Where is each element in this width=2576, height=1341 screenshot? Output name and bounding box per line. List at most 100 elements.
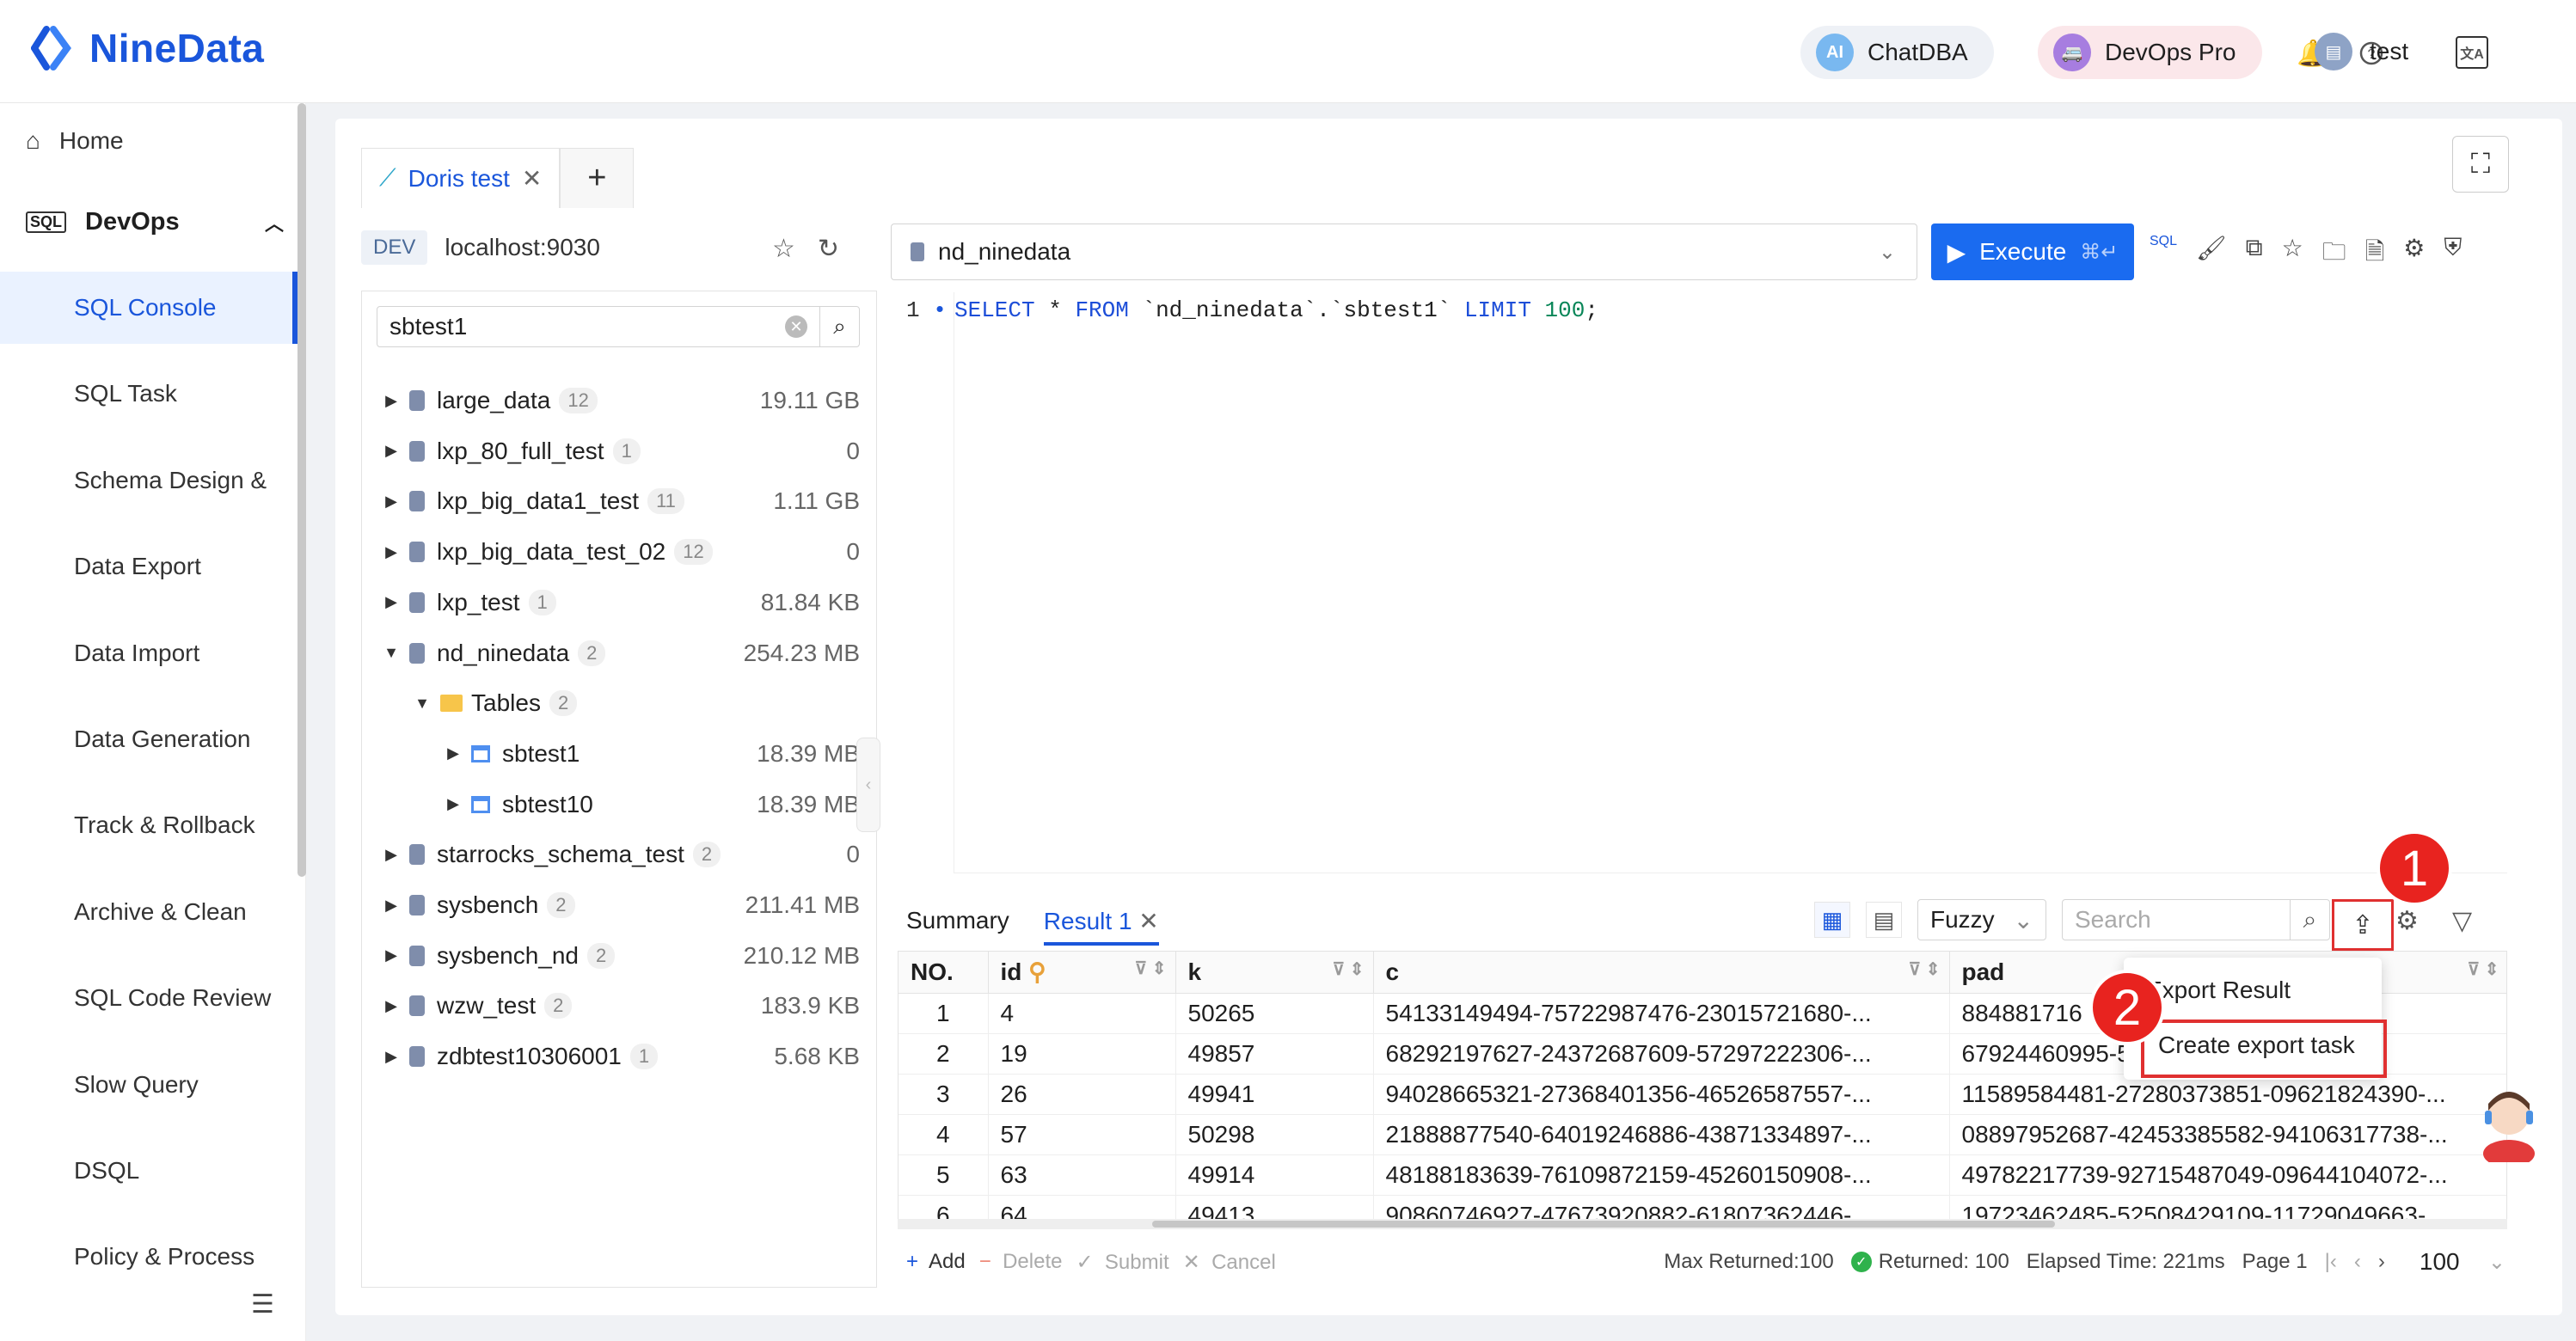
sidebar-item-sql-code-review[interactable]: SQL Code Review (0, 962, 297, 1034)
tree-node[interactable]: ▶ lxp_test 1 81.84 KB (377, 579, 860, 627)
language-icon[interactable]: 文A (2456, 36, 2488, 69)
panel-splitter[interactable]: ‹ (856, 738, 880, 832)
explain-plan-icon[interactable]: ⧉ (2246, 234, 2263, 275)
sidebar-item-archive-clean[interactable]: Archive & Clean (0, 876, 297, 948)
paint-brush-icon[interactable]: 🖌 (2196, 234, 2227, 275)
caret-right-icon[interactable]: ▶ (377, 493, 406, 511)
table-cell[interactable]: 4 (899, 1114, 989, 1155)
settings-icon[interactable]: ⚙ (2395, 906, 2419, 936)
table-cell[interactable]: 50265 (1175, 993, 1374, 1034)
app-logo[interactable]: NineData (31, 24, 264, 72)
table-cell[interactable]: 2 (899, 1033, 989, 1075)
table-cell[interactable]: 11589584481-27280373851-09621824390-... (1949, 1074, 2506, 1115)
search-icon[interactable]: ⌕ (819, 307, 859, 346)
settings-icon[interactable]: ⚙ (2403, 234, 2425, 275)
tree-node[interactable]: ▶ lxp_big_data1_test 11 1.11 GB (377, 477, 860, 525)
history-icon[interactable]: 🗎 (2365, 234, 2385, 275)
database-select[interactable]: nd_ninedata ⌄ (891, 224, 1917, 280)
caret-right-icon[interactable]: ▶ (377, 1048, 406, 1066)
caret-down-icon[interactable]: ▼ (408, 695, 437, 713)
caret-right-icon[interactable]: ▶ (439, 744, 468, 762)
caret-right-icon[interactable]: ▶ (377, 543, 406, 561)
caret-right-icon[interactable]: ▶ (377, 897, 406, 915)
match-mode-select[interactable]: Fuzzy ⌄ (1917, 899, 2046, 940)
sidebar-item-sql-console[interactable]: SQL Console (0, 272, 297, 344)
refresh-icon[interactable]: ↻ (818, 234, 839, 264)
caret-right-icon[interactable]: ▶ (377, 997, 406, 1015)
sidebar-scrollbar[interactable] (297, 103, 306, 877)
sidebar-item-dsql[interactable]: DSQL (0, 1135, 297, 1207)
folder-icon[interactable]: 🗀 (2322, 234, 2346, 275)
table-cell[interactable]: 49941 (1175, 1074, 1374, 1115)
sidebar-item-sql-task[interactable]: SQL Task (0, 358, 297, 430)
column-header[interactable]: c ⊽ ⇕ (1373, 952, 1950, 994)
sql-format-icon[interactable]: SQL (2150, 234, 2177, 275)
caret-right-icon[interactable]: ▶ (377, 593, 406, 611)
table-cell[interactable]: 4 (988, 993, 1176, 1034)
shield-icon[interactable]: ⛨ (2444, 234, 2462, 275)
tree-node[interactable]: ▶ starrocks_schema_test 2 0 (377, 830, 860, 879)
tree-node[interactable]: ▼ nd_ninedata 2 254.23 MB (377, 629, 860, 677)
sidebar-item-data-import[interactable]: Data Import (0, 617, 297, 689)
chevron-down-icon[interactable]: ⌄ (2488, 1250, 2505, 1275)
fullscreen-icon[interactable]: ⛶ (2452, 136, 2509, 193)
nav-home[interactable]: ⌂ Home (26, 127, 124, 155)
caret-right-icon[interactable]: ▶ (377, 442, 406, 460)
caret-right-icon[interactable]: ▶ (377, 846, 406, 864)
user-menu[interactable]: ▤ test (2315, 33, 2408, 70)
table-row[interactable]: 3 26 49941 94028665321-27368401356-46526587… (899, 1074, 2506, 1115)
add-row-button[interactable]: + Add (906, 1250, 966, 1274)
form-view-icon[interactable]: ▤ (1866, 902, 1902, 938)
table-cell[interactable]: 49914 (1175, 1154, 1374, 1196)
table-cell[interactable]: 21888877540-64019246886-43871334897-... (1373, 1114, 1950, 1155)
table-cell[interactable]: 08897952687-42453385582-94106317738-... (1949, 1114, 2506, 1155)
tree-node[interactable]: ▶ large_data 12 19.11 GB (377, 377, 860, 425)
tab-doris-test[interactable]: ⟋ Doris test ✕ (361, 148, 561, 208)
table-cell[interactable]: 3 (899, 1074, 989, 1115)
close-icon[interactable]: ✕ (522, 164, 542, 193)
sql-code[interactable]: SELECT * FROM `nd_ninedata`.`sbtest1` LI… (954, 297, 1598, 323)
caret-right-icon[interactable]: ▶ (377, 946, 406, 964)
execute-button[interactable]: ▶ Execute ⌘↵ (1931, 224, 2134, 280)
tree-node[interactable]: ▶ lxp_big_data_test_02 12 0 (377, 528, 860, 576)
table-row[interactable]: 5 63 49914 48188183639-76109872159-45260150… (899, 1154, 2506, 1196)
chatdba-button[interactable]: AI ChatDBA (1800, 26, 1994, 79)
table-cell[interactable]: 19 (988, 1033, 1176, 1075)
support-avatar-icon[interactable] (2476, 1085, 2542, 1162)
filter-sort-icon[interactable]: ⊽ ⇕ (1333, 958, 1365, 980)
grid-view-icon[interactable]: ▦ (1814, 902, 1850, 938)
column-header[interactable]: NO. (899, 952, 989, 994)
tree-node[interactable]: ▶ sysbench_nd 2 210.12 MB (377, 932, 860, 980)
sidebar-item-track-rollback[interactable]: Track & Rollback (0, 789, 297, 861)
cancel-button[interactable]: ✕ Cancel (1183, 1250, 1276, 1275)
tree-node[interactable]: ▼ Tables 2 (377, 679, 860, 727)
tree-node[interactable]: ▶ sysbench 2 211.41 MB (377, 881, 860, 929)
submit-button[interactable]: ✓ Submit (1076, 1250, 1168, 1275)
column-header[interactable]: id ⊽ ⇕ ⚲ (988, 952, 1176, 994)
filter-sort-icon[interactable]: ⊽ ⇕ (2468, 958, 2499, 980)
tree-search-input[interactable]: sbtest1 ✕ ⌕ (377, 306, 860, 347)
sql-editor[interactable] (891, 292, 2507, 873)
tab-summary[interactable]: Summary (906, 907, 1009, 934)
table-cell[interactable]: 54133149494-75722987476-23015721680-... (1373, 993, 1950, 1034)
table-row[interactable]: 4 57 50298 21888877540-64019246886-43871334… (899, 1114, 2506, 1155)
sidebar-item-slow-query[interactable]: Slow Query (0, 1049, 297, 1121)
table-cell[interactable]: 5 (899, 1154, 989, 1196)
filter-sort-icon[interactable]: ⊽ ⇕ (1135, 958, 1167, 979)
star-icon[interactable]: ☆ (772, 234, 795, 264)
first-page-icon[interactable]: |‹ (2325, 1250, 2337, 1274)
result-search-input[interactable]: Search ⌕ (2062, 899, 2330, 940)
table-cell[interactable]: 1 (899, 993, 989, 1034)
caret-right-icon[interactable]: ▶ (377, 392, 406, 410)
tree-node[interactable]: ▶ sbtest1 18.39 MB (377, 730, 860, 778)
clear-icon[interactable]: ✕ (785, 315, 807, 338)
column-header[interactable]: k ⊽ ⇕ (1175, 952, 1374, 994)
tree-node[interactable]: ▶ zdbtest10306001 1 5.68 KB (377, 1032, 860, 1081)
scrollbar-thumb[interactable] (1152, 1221, 2055, 1228)
tree-node[interactable]: ▶ lxp_80_full_test 1 0 (377, 427, 860, 475)
table-cell[interactable]: 50298 (1175, 1114, 1374, 1155)
page-size-select[interactable]: 100 (2420, 1248, 2471, 1276)
table-cell[interactable]: 68292197627-24372687609-57297222306-... (1373, 1033, 1950, 1075)
table-cell[interactable]: 63 (988, 1154, 1176, 1196)
table-cell[interactable]: 48188183639-76109872159-45260150908-... (1373, 1154, 1950, 1196)
